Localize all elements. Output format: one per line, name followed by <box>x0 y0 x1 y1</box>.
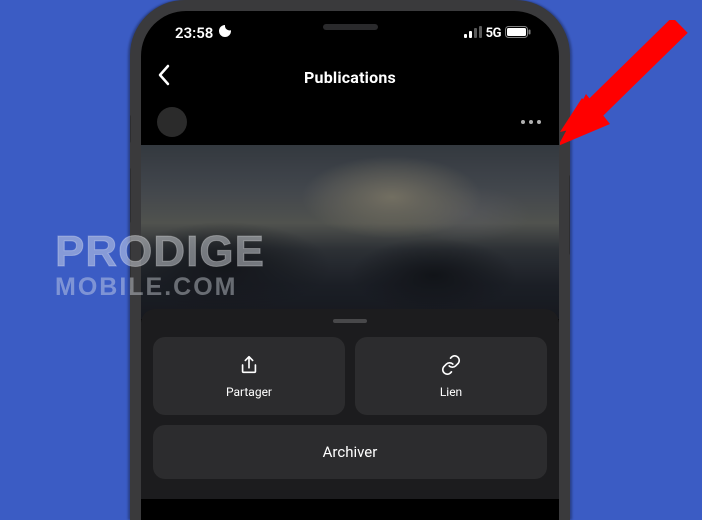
do-not-disturb-icon <box>217 23 233 43</box>
link-icon <box>440 354 462 379</box>
share-icon <box>238 354 260 379</box>
archive-button[interactable]: Archiver <box>153 425 547 479</box>
post-header <box>141 99 559 145</box>
nav-header: Publications <box>141 55 559 99</box>
mute-switch <box>130 115 131 143</box>
notch <box>250 11 450 43</box>
annotation-arrow-icon <box>560 20 702 170</box>
screen: 23:58 5G <box>141 11 559 520</box>
share-button[interactable]: Partager <box>153 337 345 415</box>
cellular-signal-icon <box>464 24 482 42</box>
sheet-grabber[interactable] <box>333 319 367 323</box>
share-label: Partager <box>226 385 272 399</box>
dim-overlay <box>141 145 559 319</box>
network-type: 5G <box>486 26 501 41</box>
page-title: Publications <box>304 68 396 87</box>
more-options-button[interactable] <box>519 110 543 134</box>
status-time: 23:58 <box>175 24 213 42</box>
phone-frame: 23:58 5G <box>130 0 570 520</box>
power-button <box>569 175 570 255</box>
archive-label: Archiver <box>323 443 378 461</box>
link-button[interactable]: Lien <box>355 337 547 415</box>
volume-down-button <box>130 235 131 290</box>
post-image[interactable] <box>141 145 559 319</box>
link-label: Lien <box>440 385 462 399</box>
volume-up-button <box>130 168 131 223</box>
action-sheet: Partager Lien Archiver <box>141 309 559 499</box>
battery-icon <box>505 24 531 42</box>
back-button[interactable] <box>157 64 171 90</box>
avatar[interactable] <box>157 107 187 137</box>
